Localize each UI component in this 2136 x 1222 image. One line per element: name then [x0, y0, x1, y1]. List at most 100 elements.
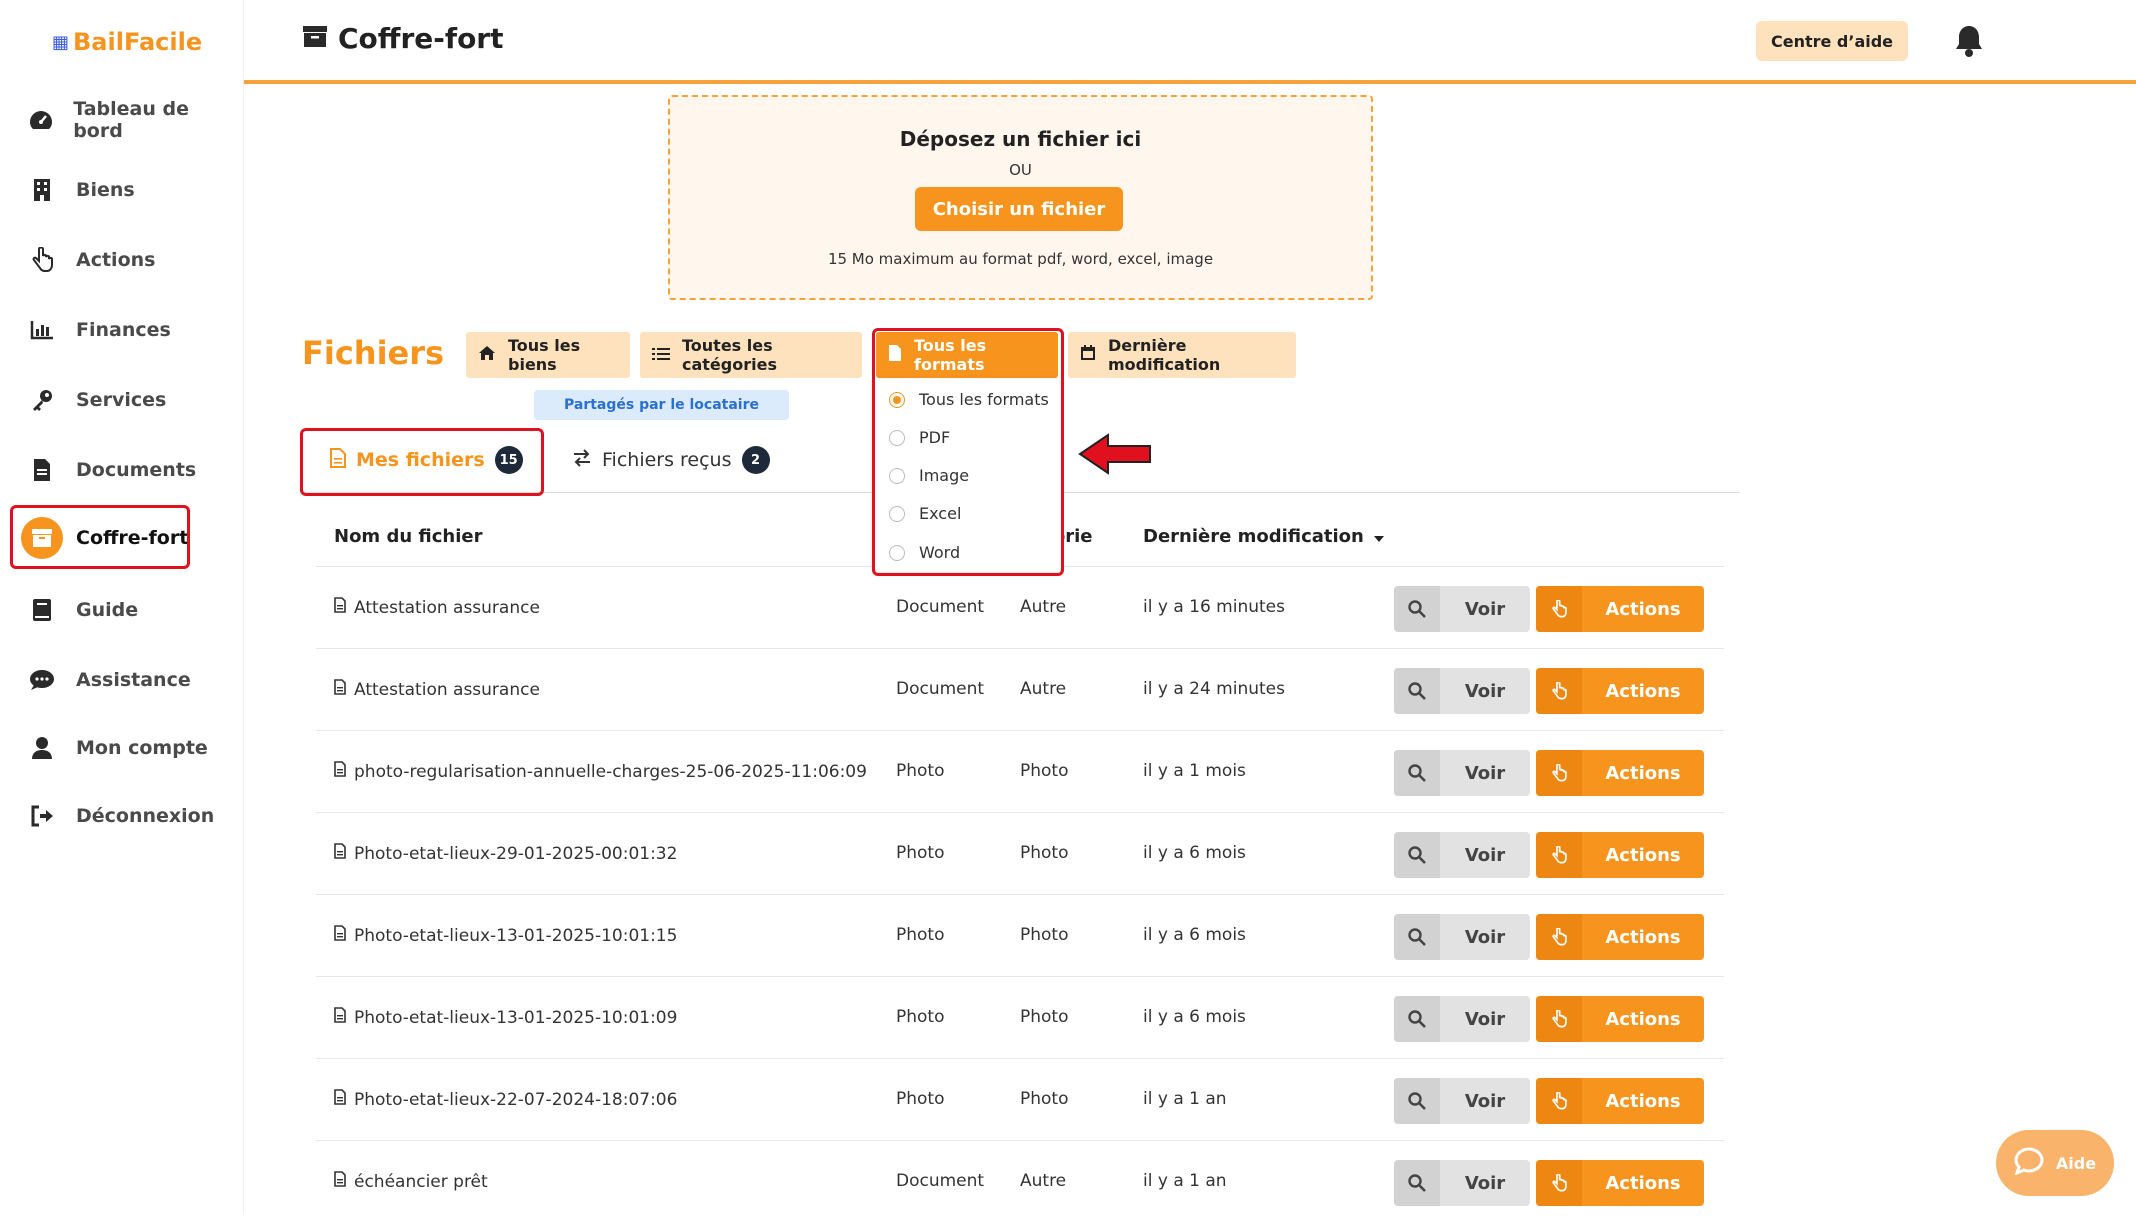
brand-logo[interactable]: ▦ BailFacile	[52, 28, 202, 56]
search-icon	[1394, 586, 1440, 632]
pointer-hand-icon	[1536, 750, 1582, 796]
file-name-cell[interactable]: Photo-etat-lieux-22-07-2024-18:07:06	[334, 1089, 677, 1110]
file-category-cell: Photo	[1020, 843, 1069, 863]
file-dropzone[interactable]: Déposez un fichier ici OU Choisir un fic…	[668, 95, 1373, 300]
search-icon	[1394, 1078, 1440, 1124]
choose-file-button[interactable]: Choisir un fichier	[915, 187, 1123, 231]
actions-button[interactable]: Actions	[1536, 586, 1704, 632]
building-logo-icon: ▦	[52, 31, 70, 53]
actions-button[interactable]: Actions	[1536, 1078, 1704, 1124]
highlight-box-formats	[872, 328, 1064, 576]
file-modified-cell: il y a 16 minutes	[1143, 597, 1285, 617]
file-name-cell[interactable]: échéancier prêt	[334, 1171, 488, 1192]
file-modified-cell: il y a 1 mois	[1143, 761, 1246, 781]
pointer-hand-icon	[1536, 996, 1582, 1042]
files-section-title: Fichiers	[302, 334, 445, 372]
actions-button[interactable]: Actions	[1536, 914, 1704, 960]
file-name-cell[interactable]: Attestation assurance	[334, 679, 540, 700]
view-button[interactable]: Voir	[1394, 1078, 1530, 1124]
actions-button[interactable]: Actions	[1536, 996, 1704, 1042]
home-icon	[478, 345, 496, 365]
red-arrow-icon	[1078, 432, 1152, 480]
book-icon	[16, 598, 68, 622]
highlight-box-coffre-fort	[10, 505, 190, 569]
notification-bell-icon[interactable]	[1954, 24, 1984, 62]
pointer-hand-icon	[1536, 586, 1582, 632]
table-row: Photo-etat-lieux-13-01-2025-10:01:15 Pho…	[316, 894, 1724, 976]
file-name-cell[interactable]: Photo-etat-lieux-29-01-2025-00:01:32	[334, 843, 677, 864]
file-icon	[334, 925, 346, 946]
view-button[interactable]: Voir	[1394, 914, 1530, 960]
search-icon	[1394, 1160, 1440, 1206]
dropzone-or: OU	[1009, 161, 1032, 179]
sidebar-item-tableau-de-bord[interactable]: Tableau de bord	[16, 92, 236, 148]
view-button[interactable]: Voir	[1394, 1160, 1530, 1206]
table-row: Photo-etat-lieux-13-01-2025-10:01:09 Pho…	[316, 976, 1724, 1058]
table-row: photo-regularisation-annuelle-charges-25…	[316, 730, 1724, 812]
sidebar-item-actions[interactable]: Actions	[16, 232, 236, 288]
top-header: Coffre-fort Centre d’aide	[244, 0, 2136, 84]
file-icon	[334, 761, 346, 782]
shared-by-tenant-badge[interactable]: Partagés par le locataire	[534, 390, 789, 420]
file-icon	[334, 1089, 346, 1110]
file-type-cell: Photo	[896, 925, 945, 945]
table-row: Attestation assurance Document Autre il …	[316, 648, 1724, 730]
pointer-hand-icon	[16, 247, 68, 273]
sidebar-item-documents[interactable]: Documents	[16, 442, 236, 498]
actions-button[interactable]: Actions	[1536, 832, 1704, 878]
file-name-cell[interactable]: Photo-etat-lieux-13-01-2025-10:01:15	[334, 925, 677, 946]
key-icon	[16, 388, 68, 412]
file-category-cell: Photo	[1020, 925, 1069, 945]
file-category-cell: Photo	[1020, 761, 1069, 781]
file-modified-cell: il y a 1 an	[1143, 1171, 1227, 1191]
view-button[interactable]: Voir	[1394, 750, 1530, 796]
table-row: Attestation assurance Document Autre il …	[316, 566, 1724, 648]
filter-biens-button[interactable]: Tous les biens	[466, 332, 630, 378]
file-type-cell: Document	[896, 1171, 985, 1191]
building-icon	[16, 178, 68, 202]
view-button[interactable]: Voir	[1394, 668, 1530, 714]
tab-fichiers-recus[interactable]: Fichiers reçus 2	[572, 432, 770, 488]
pointer-hand-icon	[1536, 1078, 1582, 1124]
view-button[interactable]: Voir	[1394, 832, 1530, 878]
filter-modified-button[interactable]: Dernière modification	[1068, 332, 1296, 378]
search-icon	[1394, 750, 1440, 796]
file-type-cell: Photo	[896, 1007, 945, 1027]
file-name-cell[interactable]: photo-regularisation-annuelle-charges-25…	[334, 761, 867, 782]
sidebar-item-deconnexion[interactable]: Déconnexion	[16, 788, 236, 844]
sidebar-item-finances[interactable]: Finances	[16, 302, 236, 358]
sidebar-item-guide[interactable]: Guide	[16, 582, 236, 638]
filter-categories-button[interactable]: Toutes les catégories	[640, 332, 862, 378]
file-name-cell[interactable]: Attestation assurance	[334, 597, 540, 618]
file-modified-cell: il y a 6 mois	[1143, 843, 1246, 863]
column-header-name[interactable]: Nom du fichier	[334, 526, 483, 547]
search-icon	[1394, 668, 1440, 714]
actions-button[interactable]: Actions	[1536, 668, 1704, 714]
help-chat-fab[interactable]: Aide	[1996, 1130, 2114, 1196]
view-button[interactable]: Voir	[1394, 586, 1530, 632]
pointer-hand-icon	[1536, 668, 1582, 714]
logout-icon	[16, 805, 68, 827]
file-icon	[334, 843, 346, 864]
sidebar-item-mon-compte[interactable]: Mon compte	[16, 720, 236, 776]
file-icon	[334, 597, 346, 618]
view-button[interactable]: Voir	[1394, 996, 1530, 1042]
search-icon	[1394, 996, 1440, 1042]
count-badge: 2	[741, 446, 770, 474]
file-name-cell[interactable]: Photo-etat-lieux-13-01-2025-10:01:09	[334, 1007, 677, 1028]
file-type-cell: Document	[896, 679, 985, 699]
column-header-modified[interactable]: Dernière modification	[1143, 526, 1384, 547]
table-row: Photo-etat-lieux-22-07-2024-18:07:06 Pho…	[316, 1058, 1724, 1140]
help-center-button[interactable]: Centre d’aide	[1756, 21, 1908, 61]
search-icon	[1394, 832, 1440, 878]
sidebar-item-services[interactable]: Services	[16, 372, 236, 428]
actions-button[interactable]: Actions	[1536, 750, 1704, 796]
sidebar-item-assistance[interactable]: Assistance	[16, 652, 236, 708]
page-title: Coffre-fort	[302, 22, 504, 55]
actions-button[interactable]: Actions	[1536, 1160, 1704, 1206]
sidebar-item-biens[interactable]: Biens	[16, 162, 236, 218]
table-row: échéancier prêt Document Autre il y a 1 …	[316, 1140, 1724, 1222]
dropzone-title: Déposez un fichier ici	[899, 127, 1142, 151]
swap-arrows-icon	[572, 448, 592, 472]
highlight-box-mes-fichiers	[300, 428, 544, 496]
